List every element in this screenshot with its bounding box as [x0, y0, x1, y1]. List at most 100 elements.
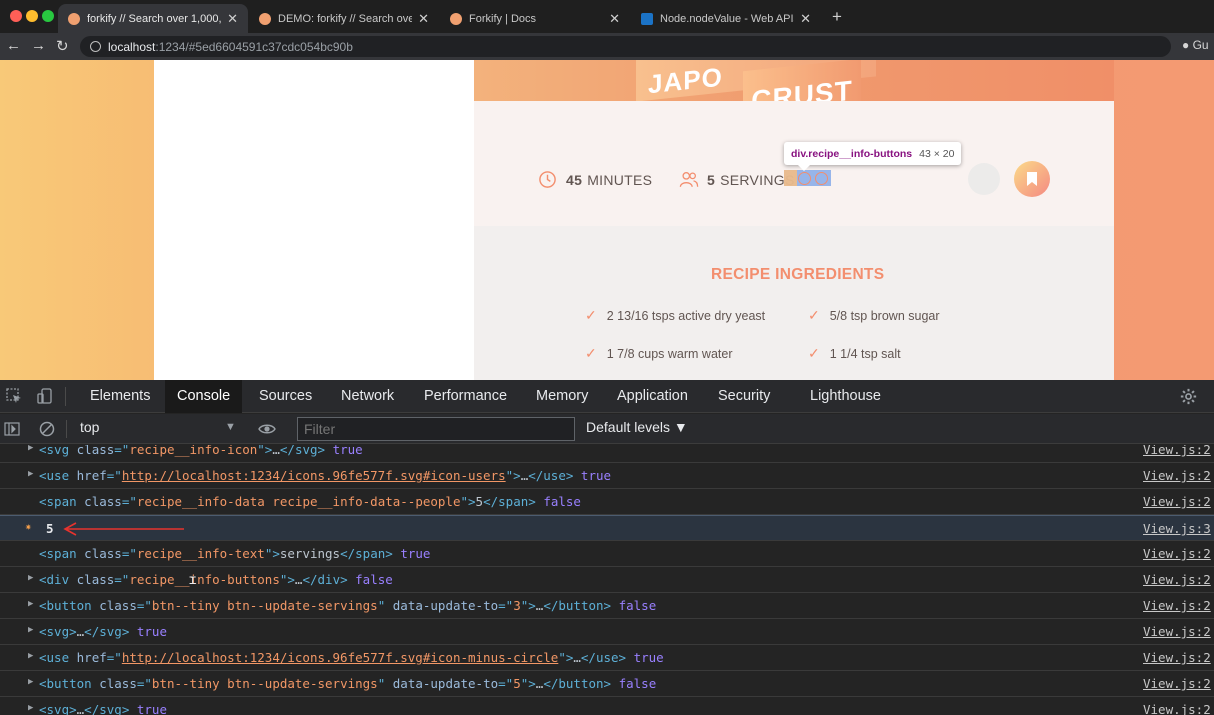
- browser-tab-mdn[interactable]: Node.nodeValue - Web APIs | M ✕: [631, 4, 821, 33]
- inspect-element-icon[interactable]: [6, 388, 22, 404]
- console-row[interactable]: <span class="recipe__info-data recipe__i…: [0, 489, 1214, 515]
- console-output: ▶ <svg class="recipe__info-icon">…</svg>…: [0, 445, 1214, 715]
- minutes-value: 45: [566, 171, 583, 188]
- console-row[interactable]: <span class="recipe__info-text">servings…: [0, 541, 1214, 567]
- inspect-tooltip: div.recipe__info-buttons 43 × 20: [784, 142, 962, 171]
- tab-memory[interactable]: Memory: [524, 380, 600, 413]
- expand-caret-icon[interactable]: ▶: [28, 703, 33, 713]
- toolbar-divider: [65, 387, 66, 406]
- ingredient-item: ✓ 1 7/8 cups warm water: [585, 345, 732, 362]
- minutes-label: MINUTES: [587, 171, 653, 188]
- device-toolbar-icon[interactable]: [37, 388, 53, 404]
- forward-arrow-icon[interactable]: →: [31, 37, 46, 54]
- close-tab-icon[interactable]: ✕: [609, 11, 620, 27]
- source-link[interactable]: View.js:3: [1143, 521, 1211, 536]
- profile-button[interactable]: ● Gu: [1182, 38, 1209, 52]
- source-link[interactable]: View.js:2: [1143, 650, 1211, 665]
- expand-caret-icon[interactable]: ▶: [28, 677, 33, 687]
- tab-lighthouse[interactable]: Lighthouse: [798, 380, 893, 413]
- mouse-cursor-icon: ⌶: [189, 573, 197, 587]
- url-path: :1234/#5ed6604591c37cdc054bc90b: [155, 39, 353, 54]
- expand-caret-icon[interactable]: ▶: [28, 445, 33, 453]
- minimize-window-button[interactable]: [26, 10, 38, 22]
- console-row-logged-value[interactable]: ✷ 5 View.js:3: [0, 515, 1214, 541]
- chevron-down-icon[interactable]: ▼: [225, 421, 236, 433]
- source-link[interactable]: View.js:2: [1143, 445, 1211, 457]
- log-levels-dropdown[interactable]: Default levels ▼: [586, 419, 688, 435]
- new-tab-button[interactable]: +: [832, 7, 842, 27]
- source-link[interactable]: View.js:2: [1143, 468, 1211, 483]
- console-row[interactable]: ▶ <use href="http://localhost:1234/icons…: [0, 645, 1214, 671]
- profile-label: Gu: [1192, 38, 1209, 52]
- browser-tab-forkify[interactable]: forkify // Search over 1,000,000 ✕: [58, 4, 248, 33]
- console-row[interactable]: ▶ <svg>…</svg> true View.js:2: [0, 697, 1214, 715]
- tab-security[interactable]: Security: [706, 380, 782, 413]
- tab-network[interactable]: Network: [329, 380, 406, 413]
- close-tab-icon[interactable]: ✕: [227, 11, 238, 27]
- context-selector[interactable]: top: [80, 419, 99, 435]
- site-info-icon[interactable]: [90, 41, 101, 52]
- decrease-servings-button[interactable]: [798, 172, 811, 185]
- ingredient-text: 1 7/8 cups warm water: [606, 346, 733, 361]
- bookmark-icon: [1027, 172, 1037, 186]
- console-message: <span class="recipe__info-text">servings…: [39, 546, 431, 561]
- close-tab-icon[interactable]: ✕: [800, 11, 811, 27]
- browser-tab-demo[interactable]: DEMO: forkify // Search over 1,0 ✕: [249, 4, 439, 33]
- tab-application[interactable]: Application: [605, 380, 700, 413]
- increase-servings-button[interactable]: [815, 172, 828, 185]
- source-link[interactable]: View.js:2: [1143, 676, 1211, 691]
- close-window-button[interactable]: [10, 10, 22, 22]
- settings-gear-icon[interactable]: [1180, 388, 1197, 405]
- source-link[interactable]: View.js:2: [1143, 598, 1211, 613]
- console-filter-input[interactable]: [297, 417, 575, 441]
- console-row[interactable]: ▶ <use href="http://localhost:1234/icons…: [0, 463, 1214, 489]
- bookmark-button[interactable]: [1014, 161, 1050, 197]
- close-tab-icon[interactable]: ✕: [418, 11, 429, 27]
- devtools-padding-highlight: [784, 170, 797, 186]
- address-bar-row: ← → ↻ localhost:1234/#5ed6604591c37cdc05…: [0, 33, 1214, 60]
- console-row[interactable]: ▶ <button class="btn--tiny btn--update-s…: [0, 593, 1214, 619]
- annotation-arrow-icon: [63, 522, 184, 536]
- expand-caret-icon[interactable]: ▶: [28, 625, 33, 635]
- expand-caret-icon[interactable]: ▶: [28, 469, 33, 479]
- expand-caret-icon[interactable]: ▶: [28, 651, 33, 661]
- source-link[interactable]: View.js:2: [1143, 572, 1211, 587]
- tab-elements[interactable]: Elements: [78, 380, 162, 413]
- reload-icon[interactable]: ↻: [56, 37, 69, 55]
- expand-caret-icon[interactable]: ▶: [28, 573, 33, 583]
- tab-console[interactable]: Console: [165, 380, 243, 413]
- clear-console-icon[interactable]: [39, 421, 55, 437]
- console-row[interactable]: ▶ <svg>…</svg> true View.js:2: [0, 619, 1214, 645]
- console-row[interactable]: ▶ <svg class="recipe__info-icon">…</svg>…: [0, 445, 1214, 463]
- ingredient-item: ✓ 5/8 tsp brown sugar: [808, 307, 940, 324]
- url-field[interactable]: localhost:1234/#5ed6604591c37cdc054bc90b: [80, 36, 1171, 57]
- console-row[interactable]: ▶ <button class="btn--tiny btn--update-s…: [0, 671, 1214, 697]
- servings-value: 5: [707, 171, 716, 188]
- user-icon: ●: [1182, 38, 1190, 52]
- tab-title: forkify // Search over 1,000,000: [87, 12, 222, 25]
- maximize-window-button[interactable]: [42, 10, 54, 22]
- recipe-figure: JAPO CRUST: [474, 60, 1114, 101]
- source-link[interactable]: View.js:2: [1143, 702, 1211, 715]
- source-link[interactable]: View.js:2: [1143, 624, 1211, 639]
- back-arrow-icon[interactable]: ←: [6, 37, 21, 54]
- console-toolbar: top ▼ Default levels ▼: [0, 414, 1214, 444]
- console-message: <button class="btn--tiny btn--update-ser…: [39, 598, 657, 613]
- live-expression-eye-icon[interactable]: [258, 421, 276, 437]
- console-message: <svg>…</svg> true: [39, 702, 167, 715]
- show-sidebar-icon[interactable]: [4, 421, 20, 437]
- ingredient-text: 1 1/4 tsp salt: [829, 346, 901, 361]
- ingredients-heading: RECIPE INGREDIENTS: [711, 266, 885, 283]
- check-icon: ✓: [808, 307, 820, 323]
- console-message: <div class="recipe__info-buttons">…</div…: [39, 572, 393, 587]
- console-row[interactable]: ▶ <div class="recipe__info-buttons">…</d…: [0, 567, 1214, 593]
- console-message: <svg>…</svg> true: [39, 624, 167, 639]
- source-link[interactable]: View.js:2: [1143, 494, 1211, 509]
- expand-caret-icon[interactable]: ▶: [28, 599, 33, 609]
- devtools-panel: Elements Console Sources Network Perform…: [0, 380, 1214, 715]
- ingredient-text: 5/8 tsp brown sugar: [829, 308, 940, 323]
- browser-tab-docs[interactable]: Forkify | Docs ✕: [440, 4, 630, 33]
- source-link[interactable]: View.js:2: [1143, 546, 1211, 561]
- tab-sources[interactable]: Sources: [247, 380, 324, 413]
- tab-performance[interactable]: Performance: [412, 380, 519, 413]
